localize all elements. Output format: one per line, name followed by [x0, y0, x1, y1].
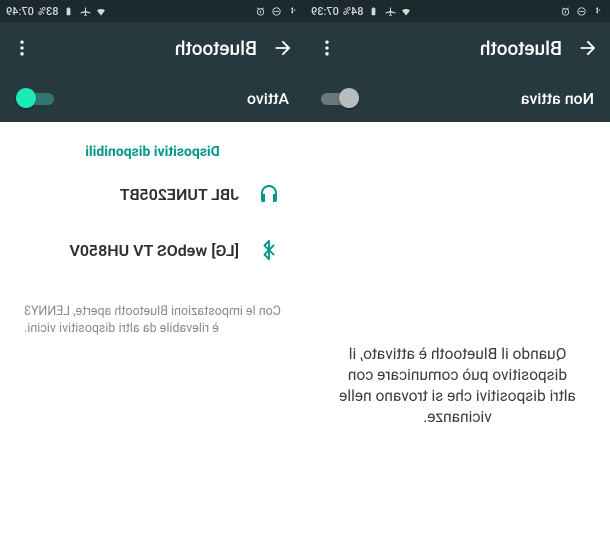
bluetooth-off-message: Quando il Bluetooth è attivato, il dispo… — [323, 344, 592, 428]
overflow-menu-icon[interactable] — [10, 36, 34, 60]
toggle-bar: Attivo — [0, 74, 305, 122]
device-label: [LG] webOS TV UH850V — [69, 241, 239, 260]
clock: 07:39 — [311, 5, 339, 18]
device-label: JBL TUNE205BT — [120, 185, 239, 204]
wifi-icon — [400, 5, 412, 17]
bluetooth-icon — [287, 5, 299, 17]
bluetooth-switch[interactable] — [16, 88, 54, 108]
device-row[interactable]: [LG] webOS TV UH850V — [18, 222, 287, 278]
battery-icon — [63, 5, 75, 17]
toggle-bar: Non attiva — [305, 74, 610, 122]
battery-icon — [368, 5, 380, 17]
toolbar: Bluetooth — [0, 22, 305, 74]
back-arrow-icon[interactable] — [576, 36, 600, 60]
back-arrow-icon[interactable] — [271, 36, 295, 60]
bluetooth-switch[interactable] — [321, 88, 359, 108]
toggle-label: Non attiva — [521, 89, 594, 108]
bluetooth-device-icon — [257, 238, 281, 262]
panel-bluetooth-on: 83% 07:49 Bluetooth Attivo Dispositivi d… — [0, 0, 305, 541]
discoverable-footnote: Con le impostazioni Bluetooth aperte, LE… — [18, 304, 287, 338]
status-bar: 83% 07:49 — [0, 0, 305, 22]
panel-bluetooth-off: 84% 07:39 Bluetooth Non attiva Quando il… — [305, 0, 610, 541]
toolbar-title: Bluetooth — [48, 37, 257, 60]
overflow-menu-icon[interactable] — [315, 36, 339, 60]
toolbar-title: Bluetooth — [353, 37, 562, 60]
wifi-icon — [95, 5, 107, 17]
alarm-icon — [255, 5, 267, 17]
status-bar: 84% 07:39 — [305, 0, 610, 22]
do-not-disturb-icon — [576, 5, 588, 17]
battery-percentage: 84% — [343, 5, 364, 18]
available-devices-header: Dispositivi disponibili — [18, 134, 287, 166]
airplane-icon — [384, 5, 396, 17]
toolbar: Bluetooth — [305, 22, 610, 74]
battery-percentage: 83% — [38, 5, 59, 18]
device-row[interactable]: JBL TUNE205BT — [18, 166, 287, 222]
alarm-icon — [560, 5, 572, 17]
content-area: Dispositivi disponibili JBL TUNE205BT [L… — [0, 122, 305, 541]
headphones-icon — [257, 182, 281, 206]
bluetooth-icon — [592, 5, 604, 17]
do-not-disturb-icon — [271, 5, 283, 17]
airplane-icon — [79, 5, 91, 17]
toggle-label: Attivo — [247, 89, 289, 108]
content-area: Quando il Bluetooth è attivato, il dispo… — [305, 122, 610, 541]
clock: 07:49 — [6, 5, 34, 18]
